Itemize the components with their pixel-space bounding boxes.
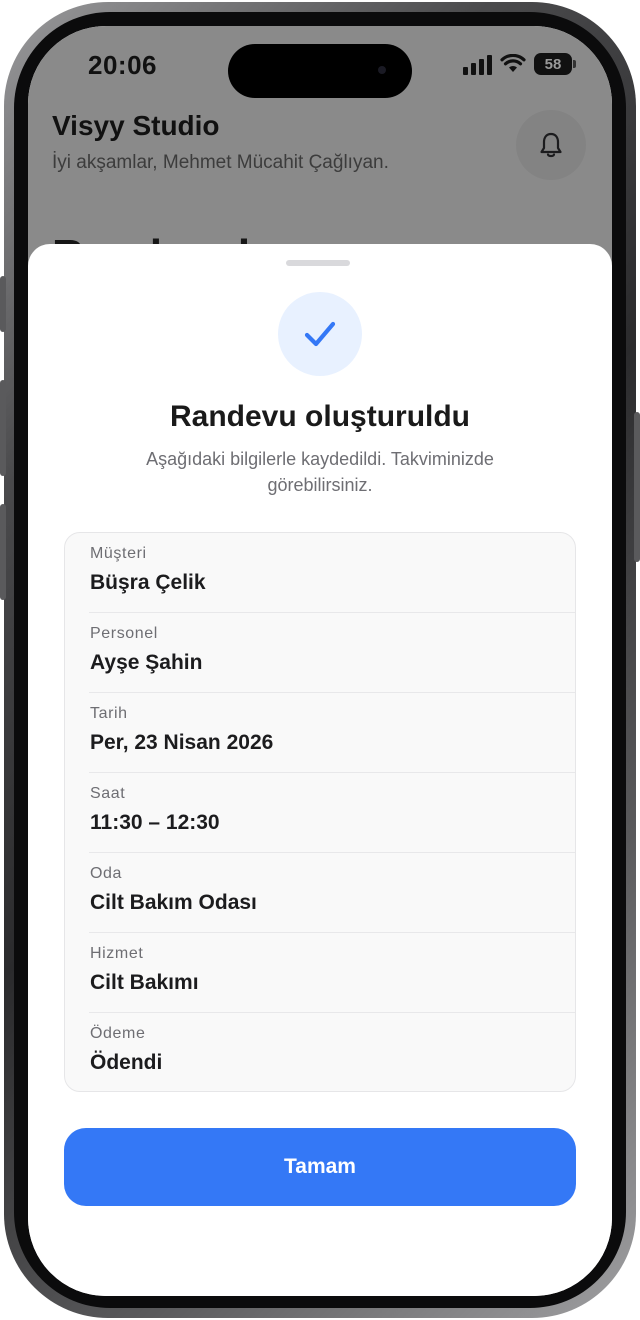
detail-value: Per, 23 Nisan 2026 [90, 731, 274, 754]
sheet-title: Randevu oluşturuldu [170, 400, 470, 433]
detail-label: Ödeme [90, 1025, 146, 1042]
detail-label: Personel [90, 625, 158, 642]
power-button [634, 412, 640, 562]
volume-down-button [0, 504, 6, 600]
detail-label: Hizmet [90, 945, 144, 962]
action-button [0, 276, 6, 332]
notifications-button[interactable] [516, 110, 586, 180]
success-badge [278, 292, 362, 376]
detail-value: Ayşe Şahin [90, 651, 203, 674]
detail-value: Cilt Bakımı [90, 971, 199, 994]
detail-row-customer: Müşteri Büşra Çelik [65, 533, 575, 613]
detail-row-payment: Ödeme Ödendi [65, 1013, 575, 1091]
confirmation-sheet: Randevu oluşturuldu Aşağıdaki bilgilerle… [28, 244, 612, 1296]
detail-label: Müşteri [90, 545, 147, 562]
detail-row-time: Saat 11:30 – 12:30 [65, 773, 575, 853]
wifi-icon [500, 54, 526, 74]
detail-value: Ödendi [90, 1051, 163, 1074]
app-title: Visyy Studio [52, 110, 220, 141]
sheet-description: Aşağıdaki bilgilerle kaydedildi. Takvimi… [146, 449, 494, 495]
detail-value: Büşra Çelik [90, 571, 206, 594]
screen: Randevular Visyy Studio İyi akşamlar, Me… [28, 26, 612, 1296]
sheet-grabber[interactable] [286, 260, 350, 266]
detail-row-date: Tarih Per, 23 Nisan 2026 [65, 693, 575, 773]
checkmark-icon [304, 321, 336, 347]
status-icons: 58 [463, 50, 576, 78]
cellular-signal-icon [463, 53, 492, 75]
detail-label: Tarih [90, 705, 128, 722]
appointment-details-card: Müşteri Büşra Çelik Personel Ayşe Şahin … [64, 532, 576, 1092]
greeting-subtitle: İyi akşamlar, Mehmet Mücahit Çağlıyan. [52, 152, 389, 173]
detail-row-staff: Personel Ayşe Şahin [65, 613, 575, 693]
bell-icon [540, 132, 562, 158]
confirm-button[interactable]: Tamam [64, 1128, 576, 1206]
detail-label: Oda [90, 865, 123, 882]
detail-row-service: Hizmet Cilt Bakımı [65, 933, 575, 1013]
camera-dot [378, 66, 386, 74]
volume-up-button [0, 380, 6, 476]
status-time: 20:06 [88, 50, 157, 80]
detail-value: 11:30 – 12:30 [90, 811, 220, 834]
detail-label: Saat [90, 785, 126, 802]
battery-icon: 58 [534, 53, 576, 75]
detail-value: Cilt Bakım Odası [90, 891, 257, 914]
dynamic-island [228, 44, 412, 98]
detail-row-room: Oda Cilt Bakım Odası [65, 853, 575, 933]
